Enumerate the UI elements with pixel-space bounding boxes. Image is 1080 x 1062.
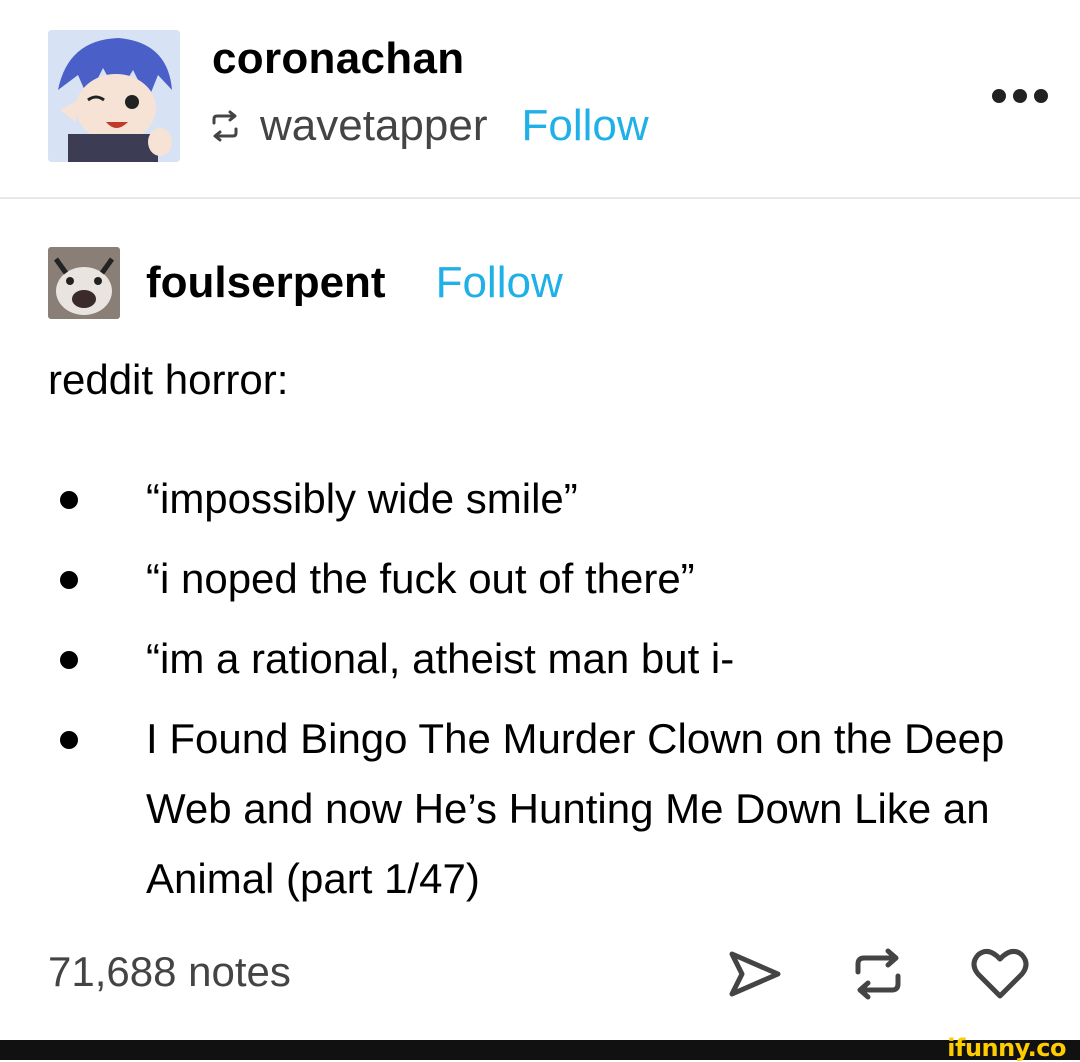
author-name[interactable]: foulserpent bbox=[146, 258, 386, 308]
bullet-dot bbox=[60, 491, 78, 509]
list-item: “im a rational, atheist man but i- bbox=[60, 624, 1040, 694]
author-avatar[interactable] bbox=[48, 247, 120, 319]
share-icon[interactable] bbox=[722, 942, 786, 1006]
more-dot bbox=[992, 89, 1006, 103]
divider bbox=[0, 197, 1080, 199]
reblog-icon[interactable] bbox=[846, 942, 910, 1006]
list-item: “impossibly wide smile” bbox=[60, 464, 1040, 534]
post-author: foulserpent Follow bbox=[48, 246, 563, 320]
bullet-dot bbox=[60, 651, 78, 669]
follow-button[interactable]: Follow bbox=[521, 101, 648, 151]
list-item-text: “im a rational, atheist man but i- bbox=[146, 635, 735, 682]
list-item-text: “i noped the fuck out of there” bbox=[146, 555, 695, 602]
list-item: I Found Bingo The Murder Clown on the De… bbox=[60, 704, 1040, 914]
reblogger-name[interactable]: coronachan bbox=[212, 34, 464, 84]
follow-button[interactable]: Follow bbox=[436, 258, 563, 308]
reblog-icon bbox=[212, 110, 238, 142]
more-dot bbox=[1034, 89, 1048, 103]
reblogged-from-user[interactable]: wavetapper bbox=[260, 101, 487, 151]
list-item-text: I Found Bingo The Murder Clown on the De… bbox=[146, 715, 1005, 902]
bullet-dot bbox=[60, 571, 78, 589]
reblogger-avatar[interactable] bbox=[48, 30, 180, 162]
watermark: ifunny.co bbox=[947, 1034, 1066, 1062]
reblog-source: wavetapper Follow bbox=[208, 98, 649, 154]
watermark-bar: ifunny.co bbox=[0, 1034, 1080, 1062]
more-options-icon[interactable] bbox=[992, 86, 1048, 106]
post-heading: reddit horror: bbox=[48, 356, 289, 403]
heart-icon[interactable] bbox=[968, 942, 1032, 1006]
list-item: “i noped the fuck out of there” bbox=[60, 544, 1040, 614]
notes-count[interactable]: 71,688 notes bbox=[48, 948, 291, 996]
list-item-text: “impossibly wide smile” bbox=[146, 475, 578, 522]
bullet-list: “impossibly wide smile” “i noped the fuc… bbox=[60, 464, 1040, 914]
bullet-dot bbox=[60, 731, 78, 749]
reblog-header: coronachan wavetapper Follow bbox=[0, 0, 1080, 199]
post-footer: 71,688 notes bbox=[0, 930, 1080, 1020]
more-dot bbox=[1013, 89, 1027, 103]
